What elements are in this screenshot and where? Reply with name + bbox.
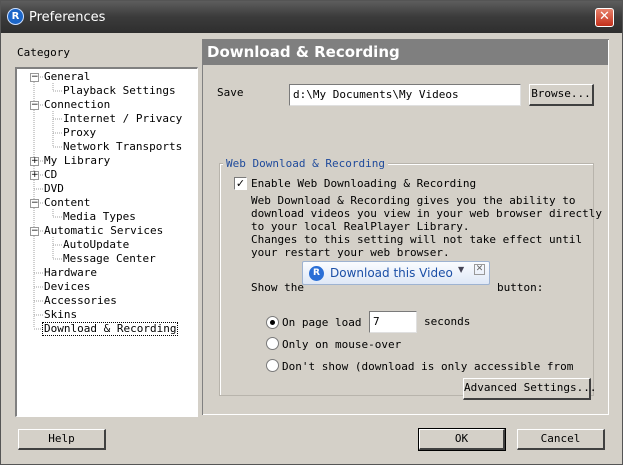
tree-item-skins[interactable]: Skins [44,308,77,322]
save-files-label: Save Files to: [217,86,244,99]
description-line: Web Download & Recording gives you the a… [251,194,576,207]
category-tree[interactable]: − General Playback Settings − Connection… [15,67,198,417]
advanced-settings-button[interactable]: Advanced Settings... [463,378,596,400]
expand-icon[interactable]: + [30,171,39,180]
enable-web-downloading-label[interactable]: Enable Web Downloading & Recording [251,177,476,190]
close-icon: ✕ [474,264,485,275]
seconds-label: seconds [424,315,471,328]
tree-item-playback-settings[interactable]: Playback Settings [63,84,176,98]
preferences-window: R Preferences ✕ Category − General Playb… [0,0,623,465]
radio-dont-show-label[interactable]: Don't show (download is only accessible … [282,360,579,373]
collapse-icon[interactable]: − [30,101,39,110]
title-bar[interactable]: R Preferences ✕ [1,1,622,33]
description-line: Changes to this setting will not take ef… [251,233,583,246]
description-line: download videos you view in your web bro… [251,207,602,220]
radio-on-page-load-label[interactable]: On page load f [282,316,368,329]
tree-item-media-types[interactable]: Media Types [63,210,136,224]
description-line: your restart your web browser. [251,246,450,259]
tree-item-proxy[interactable]: Proxy [63,126,96,140]
tree-item-dvd[interactable]: DVD [44,182,64,196]
tree-item-my-library[interactable]: My Library [44,154,110,168]
help-button[interactable]: Help [18,429,106,450]
realplayer-logo-icon: R [7,8,24,25]
tree-item-content[interactable]: Content [44,196,90,210]
close-button[interactable]: ✕ [595,8,614,27]
collapse-icon[interactable]: − [30,227,39,236]
tree-item-connection[interactable]: Connection [44,98,110,112]
tree-item-accessories[interactable]: Accessories [44,294,117,308]
seconds-input[interactable]: 7 [369,311,417,333]
cancel-button[interactable]: Cancel [517,429,605,450]
tree-item-hardware[interactable]: Hardware [44,266,97,280]
description-line: to your local RealPlayer Library. [251,220,470,233]
tree-item-internet-privacy[interactable]: Internet / Privacy [63,112,182,126]
panel-title: Download & Recording [203,40,608,65]
chevron-down-icon: ▼ [458,265,465,274]
window-title: Preferences [29,10,106,25]
tree-item-automatic-services[interactable]: Automatic Services [44,224,163,238]
panel-body: Save Files to: d:\My Documents\My Videos… [203,65,608,414]
tree-item-devices[interactable]: Devices [44,280,90,294]
show-the-label: Show the [251,281,304,294]
download-this-video-preview: R Download this Video ▼ ✕ [302,261,490,285]
group-title: Web Download & Recording [223,157,388,170]
ok-button[interactable]: OK [418,428,506,451]
save-files-path-input[interactable]: d:\My Documents\My Videos [289,84,521,106]
tree-item-download-recording[interactable]: Download & Recording [42,322,179,336]
radio-only-on-mouse-over-label[interactable]: Only on mouse-over [282,338,401,351]
tree-item-autoupdate[interactable]: AutoUpdate [63,238,129,252]
radio-only-on-mouse-over[interactable] [266,337,279,350]
radio-dont-show[interactable] [266,359,279,372]
settings-panel: Download & Recording Save Files to: d:\M… [202,39,609,415]
expand-icon[interactable]: + [30,157,39,166]
download-widget-label: Download this Video [330,266,453,280]
tree-item-cd[interactable]: CD [44,168,57,182]
category-label: Category [17,46,70,59]
enable-web-downloading-checkbox[interactable]: ✓ [234,177,247,190]
browse-button[interactable]: Browse... [529,84,594,106]
collapse-icon[interactable]: − [30,199,39,208]
button-suffix-label: button: [497,281,544,294]
tree-item-general[interactable]: General [44,70,90,84]
realplayer-icon: R [309,266,324,281]
collapse-icon[interactable]: − [30,73,39,82]
tree-item-message-center[interactable]: Message Center [63,252,156,266]
tree-item-network-transports[interactable]: Network Transports [63,140,182,154]
radio-on-page-load[interactable] [266,316,279,329]
